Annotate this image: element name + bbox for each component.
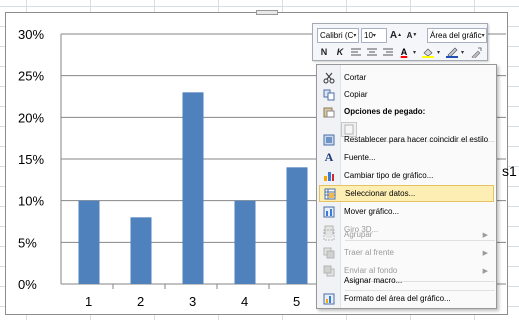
- menu-label: Cortar: [344, 73, 367, 82]
- menu-item-change-chart-type[interactable]: Cambiar tipo de gráfico...: [319, 167, 494, 184]
- submenu-arrow-icon: ▶: [482, 249, 488, 257]
- align-center-icon[interactable]: [365, 45, 379, 60]
- font-name-select[interactable]: Calibri (C ▾: [317, 27, 359, 43]
- chevron-down-icon[interactable]: ▾: [437, 49, 443, 56]
- copy-icon: [319, 87, 339, 103]
- font-color-icon[interactable]: A: [397, 45, 411, 60]
- menu-item-move-chart[interactable]: Mover gráfico...: [319, 203, 494, 220]
- outline-color-icon[interactable]: [445, 45, 459, 60]
- menu-label: Mover gráfico...: [344, 207, 400, 216]
- format-area-icon: [319, 291, 339, 307]
- menu-item-assign-macro[interactable]: Asignar macro...: [319, 272, 494, 289]
- x-tick-label: 4: [241, 294, 248, 309]
- menu-item-copy[interactable]: Copiar: [319, 86, 494, 103]
- chart-element-select[interactable]: Área del gráfic ▾: [427, 27, 487, 43]
- format-painter-icon[interactable]: [469, 45, 483, 60]
- scissors-icon: [319, 70, 339, 86]
- context-menu: Cortar Copiar Opciones de pegado: Restab…: [316, 64, 497, 309]
- bring-front-icon: [319, 245, 339, 261]
- chevron-down-icon: ▾: [372, 32, 376, 39]
- menu-item-bring-front[interactable]: Traer al frente ▶: [319, 244, 494, 261]
- menu-label: Asignar macro...: [344, 276, 403, 285]
- align-right-icon[interactable]: [381, 45, 395, 60]
- align-left-icon[interactable]: [349, 45, 363, 60]
- legend-fragment: s1: [502, 163, 517, 179]
- y-tick-label: 0%: [18, 277, 37, 292]
- bar: [182, 92, 204, 284]
- y-tick-label: 25%: [18, 69, 44, 84]
- move-chart-icon: [319, 204, 339, 220]
- y-tick-label: 15%: [18, 152, 44, 167]
- menu-label: Copiar: [344, 90, 368, 99]
- select-data-icon: [320, 186, 340, 202]
- menu-item-select-data[interactable]: Seleccionar datos...: [319, 185, 494, 202]
- fill-color-icon[interactable]: [421, 45, 435, 60]
- menu-label: Agrupar: [344, 230, 373, 239]
- menu-item-agrupar[interactable]: Agrupar ▶: [319, 226, 494, 243]
- chevron-down-icon[interactable]: ▾: [413, 49, 419, 56]
- menu-label: Seleccionar datos...: [345, 189, 416, 198]
- x-tick-label: 3: [189, 294, 196, 309]
- menu-item-paste-options: Opciones de pegado:: [319, 103, 494, 120]
- menu-label: Cambiar tipo de gráfico...: [344, 171, 434, 180]
- menu-label: Fuente...: [344, 153, 376, 162]
- italic-label: K: [336, 47, 344, 57]
- grow-font-button[interactable]: A ▲: [389, 28, 403, 43]
- menu-label: Formato del área del gráfico...: [344, 294, 451, 303]
- y-tick-label: 10%: [18, 194, 44, 209]
- chevron-down-icon: ▾: [481, 32, 485, 39]
- y-tick-label: 20%: [18, 110, 44, 125]
- menu-item-format-chart-area[interactable]: Formato del área del gráfico...: [319, 290, 494, 307]
- bar: [234, 200, 256, 284]
- y-tick-label: 30%: [18, 27, 44, 42]
- font-icon: A: [324, 150, 334, 164]
- y-tick-label: 5%: [18, 235, 37, 250]
- x-tick-label: 5: [293, 294, 300, 309]
- bar: [130, 217, 152, 284]
- mini-toolbar: Calibri (C ▾ 10 ▾ A ▲ A ▼ Área del gráfic ▾ N…: [312, 23, 488, 61]
- bar: [286, 167, 308, 284]
- reset-style-icon: [319, 132, 339, 148]
- menu-item-reset-style[interactable]: Restablecer para hacer coincidir el esti…: [319, 131, 494, 148]
- group-icon: [319, 227, 339, 243]
- italic-button[interactable]: K: [333, 45, 347, 60]
- blank-icon: [319, 273, 339, 289]
- menu-label: Restablecer para hacer coincidir el esti…: [344, 135, 489, 144]
- menu-item-font[interactable]: A Fuente...: [319, 149, 494, 166]
- chevron-down-icon[interactable]: ▾: [461, 49, 467, 56]
- menu-label: Opciones de pegado:: [344, 107, 426, 116]
- x-tick-label: 2: [137, 294, 144, 309]
- bar: [78, 200, 100, 284]
- bold-button[interactable]: N: [317, 45, 331, 60]
- chart-type-icon: [319, 168, 339, 184]
- shrink-font-button[interactable]: A ▼: [405, 28, 419, 43]
- font-size-select[interactable]: 10 ▾: [361, 27, 387, 43]
- submenu-arrow-icon: ▶: [482, 231, 488, 239]
- chevron-down-icon: ▾: [353, 32, 357, 39]
- paste-icon: [319, 104, 339, 120]
- x-tick-label: 1: [85, 294, 92, 309]
- menu-item-cut[interactable]: Cortar: [319, 69, 494, 86]
- menu-label: Traer al frente: [344, 248, 394, 257]
